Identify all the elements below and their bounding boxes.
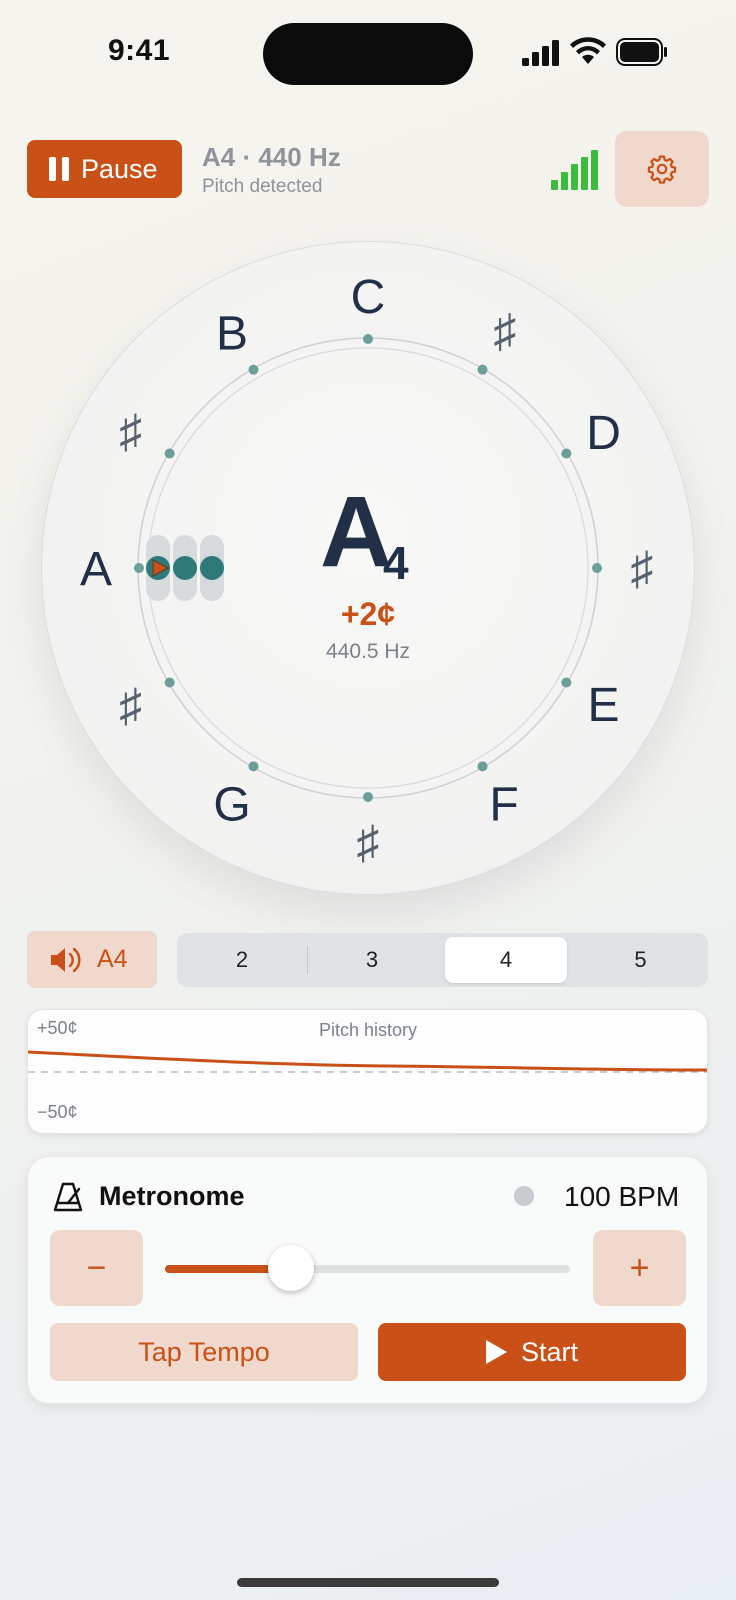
metronome-title: Metronome: [99, 1181, 245, 1211]
dial-label-sharp: ♯: [119, 405, 142, 457]
history-top-label: +50¢: [37, 1018, 78, 1038]
dial-label-sharp: ♯: [494, 305, 517, 357]
segment-option[interactable]: 2: [181, 937, 303, 983]
detected-note: A: [320, 476, 393, 588]
tempo-slider-thumb[interactable]: [267, 1245, 314, 1291]
dial-tick-dot: [248, 364, 259, 375]
dial-tick-dot: [134, 563, 144, 573]
dial-label-sharp: ♯: [119, 679, 142, 731]
dial-tick-dot: [477, 761, 488, 772]
decrease-tempo-button[interactable]: −: [50, 1230, 143, 1306]
dial-tick-dot: [164, 448, 175, 459]
string-count-selector: 2 3 4 5: [177, 933, 708, 987]
segment-option-selected[interactable]: 4: [445, 937, 567, 983]
dial-label-note: D: [586, 407, 621, 460]
gear-icon: [647, 155, 677, 184]
detected-frequency: 440.5 Hz: [325, 640, 411, 663]
beat-indicator: [514, 1186, 534, 1206]
wifi-icon: [570, 37, 606, 64]
dial-tick-dot: [561, 677, 572, 688]
dial-label-sharp: ♯: [357, 816, 380, 868]
home-indicator: [237, 1578, 499, 1587]
dial-tick-dot: [561, 448, 572, 459]
reference-tone-button[interactable]: A4: [27, 931, 157, 988]
plus-icon: +: [629, 1248, 650, 1287]
cents-marker-dot: [173, 556, 197, 580]
dynamic-island: [263, 23, 473, 85]
minus-icon: −: [86, 1248, 107, 1287]
dial-label-note: E: [588, 679, 620, 732]
dial-tick-dot: [363, 792, 373, 802]
detected-octave: 4: [383, 537, 409, 589]
reference-tone-label: A4: [97, 945, 128, 973]
dial-label-note: B: [216, 307, 248, 360]
start-label: Start: [520, 1336, 579, 1367]
pause-icon: [49, 157, 69, 181]
dial-tick-dot: [592, 563, 602, 573]
segment-option[interactable]: 5: [577, 937, 704, 983]
dial-tick-dot: [477, 364, 488, 375]
dial-label-sharp: ♯: [631, 542, 654, 594]
dial-label-note: G: [213, 779, 250, 832]
dial-tick-dot: [363, 334, 373, 344]
pause-label: Pause: [81, 153, 158, 184]
cents-deviation: +2¢: [340, 596, 396, 632]
tap-tempo-button[interactable]: Tap Tempo: [50, 1323, 358, 1381]
segment-option[interactable]: 3: [311, 937, 433, 983]
reference-note-frequency: A4 · 440 Hz: [202, 142, 341, 172]
cents-marker-dot: [200, 556, 224, 580]
dial-tick-dot: [164, 677, 175, 688]
bpm-value: 100 BPM: [564, 1181, 680, 1212]
increase-tempo-button[interactable]: +: [593, 1230, 686, 1306]
detection-status: Pitch detected: [202, 176, 323, 197]
dial-label-note: F: [489, 779, 518, 832]
play-icon: [485, 1340, 507, 1364]
dial-label-note: C: [351, 271, 386, 324]
dial-tick-dot: [248, 761, 259, 772]
dial-label-note: A: [80, 543, 112, 596]
history-bottom-label: −50¢: [37, 1102, 78, 1122]
speaker-icon: [51, 947, 81, 972]
signal-level-icon: [551, 150, 598, 190]
start-button[interactable]: Start: [378, 1323, 686, 1381]
status-time: 9:41: [108, 34, 171, 67]
tap-tempo-label: Tap Tempo: [138, 1336, 270, 1367]
pitch-history-title: Pitch history: [318, 1020, 418, 1040]
pause-button[interactable]: Pause: [27, 140, 182, 198]
settings-button[interactable]: [615, 131, 709, 207]
cellular-signal-icon: [522, 40, 559, 66]
segment-divider: [307, 946, 308, 974]
metronome-icon: [53, 1182, 83, 1212]
battery-icon: [616, 38, 667, 66]
